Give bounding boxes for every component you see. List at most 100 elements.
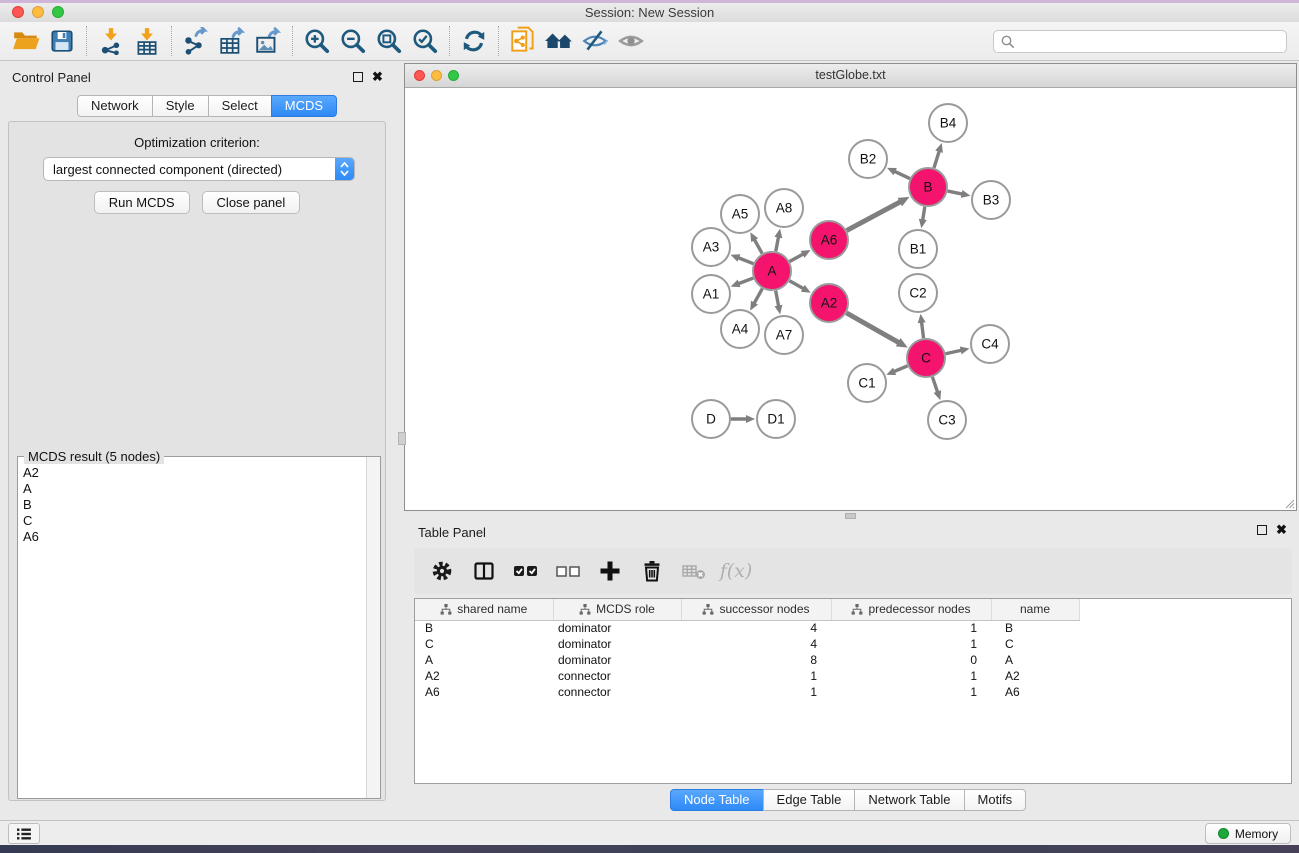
column-header-predecessor-nodes[interactable]: predecessor nodes <box>831 599 991 620</box>
edge-A-A1[interactable] <box>737 278 753 284</box>
tab-node-table[interactable]: Node Table <box>670 789 764 811</box>
tab-mcds[interactable]: MCDS <box>271 95 337 117</box>
edge-B-B3[interactable] <box>948 191 964 194</box>
column-header-MCDS-role[interactable]: MCDS role <box>553 599 681 620</box>
table-cell[interactable]: B <box>415 620 553 636</box>
function-builder-icon[interactable]: f(x) <box>722 557 750 585</box>
divider-handle[interactable] <box>845 513 856 519</box>
control-panel-float-icon[interactable] <box>353 72 363 82</box>
table-cell[interactable]: C <box>991 636 1079 652</box>
criterion-select[interactable]: largest connected component (directed) <box>43 157 355 181</box>
table-cell[interactable]: dominator <box>553 620 681 636</box>
edge-B-B2[interactable] <box>893 171 910 179</box>
zoom-out-icon[interactable] <box>335 25 371 57</box>
column-header-name[interactable]: name <box>991 599 1079 620</box>
table-cell[interactable]: 1 <box>831 684 991 700</box>
edge-A-A7[interactable] <box>776 291 779 308</box>
table-cell[interactable]: 4 <box>681 636 831 652</box>
memory-button[interactable]: Memory <box>1205 823 1291 844</box>
edge-A-A8[interactable] <box>776 236 779 252</box>
table-cell[interactable]: A6 <box>991 684 1079 700</box>
run-mcds-button[interactable]: Run MCDS <box>94 191 190 214</box>
table-cell[interactable]: 8 <box>681 652 831 668</box>
edge-A2-C[interactable] <box>846 313 900 343</box>
delete-column-icon[interactable] <box>638 557 666 585</box>
table-cell[interactable]: 1 <box>831 668 991 684</box>
deselect-all-icon[interactable] <box>554 557 582 585</box>
table-row[interactable]: Bdominator41B <box>415 620 1291 636</box>
mcds-result-list[interactable]: A2ABCA6 <box>18 459 366 798</box>
table-row[interactable]: A6connector11A6 <box>415 684 1291 700</box>
import-network-icon[interactable] <box>93 25 129 57</box>
table-cell[interactable]: dominator <box>553 636 681 652</box>
table-cell[interactable]: C <box>415 636 553 652</box>
zoom-selected-icon[interactable] <box>407 25 443 57</box>
tab-network[interactable]: Network <box>77 95 153 117</box>
table-cell[interactable]: B <box>991 620 1079 636</box>
result-item[interactable]: A6 <box>23 529 366 545</box>
tab-motifs[interactable]: Motifs <box>964 789 1027 811</box>
edge-B-B1[interactable] <box>922 207 924 222</box>
zoom-fit-icon[interactable] <box>371 25 407 57</box>
table-cell[interactable]: A6 <box>415 684 553 700</box>
add-column-icon[interactable] <box>596 557 624 585</box>
home-icon[interactable] <box>541 25 577 57</box>
edge-A-A5[interactable] <box>754 238 763 253</box>
table-panel-float-icon[interactable] <box>1257 525 1267 535</box>
edge-A-A4[interactable] <box>754 289 763 305</box>
edge-C-C3[interactable] <box>932 377 938 394</box>
result-item[interactable]: C <box>23 513 366 529</box>
hide-elements-icon[interactable] <box>577 25 613 57</box>
table-cell[interactable]: 4 <box>681 620 831 636</box>
edge-C-C2[interactable] <box>921 321 923 338</box>
table-cell[interactable]: 0 <box>831 652 991 668</box>
table-cell[interactable]: connector <box>553 668 681 684</box>
result-item[interactable]: B <box>23 497 366 513</box>
edge-C-C1[interactable] <box>893 366 908 372</box>
new-network-icon[interactable] <box>505 25 541 57</box>
table-row[interactable]: Cdominator41C <box>415 636 1291 652</box>
search-input[interactable] <box>1016 34 1286 49</box>
table-cell[interactable]: 1 <box>831 636 991 652</box>
tab-network-table[interactable]: Network Table <box>854 789 964 811</box>
export-image-icon[interactable] <box>250 25 286 57</box>
table-settings-icon[interactable] <box>428 557 456 585</box>
result-item[interactable]: A2 <box>23 465 366 481</box>
result-item[interactable]: A <box>23 481 366 497</box>
tab-style[interactable]: Style <box>152 95 209 117</box>
table-row[interactable]: Adominator80A <box>415 652 1291 668</box>
table-cell[interactable]: A <box>415 652 553 668</box>
table-cell[interactable]: dominator <box>553 652 681 668</box>
table-panel-close-icon[interactable]: ✖ <box>1276 525 1287 535</box>
edge-A-A3[interactable] <box>737 257 753 263</box>
select-all-icon[interactable] <box>512 557 540 585</box>
export-table-icon[interactable] <box>214 25 250 57</box>
table-cell[interactable]: connector <box>553 684 681 700</box>
table-cell[interactable]: 1 <box>681 684 831 700</box>
vertical-scrollbar-thumb[interactable] <box>398 432 406 445</box>
mcds-result-scrollbar[interactable] <box>366 457 380 798</box>
network-graph[interactable]: AA1A2A3A4A5A6A7A8BB1B2B3B4CC1C2C3C4DD1 <box>406 89 1295 510</box>
tab-edge-table[interactable]: Edge Table <box>763 789 856 811</box>
tab-select[interactable]: Select <box>208 95 272 117</box>
control-panel-close-icon[interactable]: ✖ <box>372 72 383 82</box>
column-view-icon[interactable] <box>470 557 498 585</box>
table-row[interactable]: A2connector11A2 <box>415 668 1291 684</box>
refresh-layout-icon[interactable] <box>456 25 492 57</box>
edge-C-C4[interactable] <box>946 350 963 354</box>
edge-A6-B[interactable] <box>847 201 902 230</box>
table-cell[interactable]: A2 <box>415 668 553 684</box>
table-cell[interactable]: 1 <box>681 668 831 684</box>
zoom-in-icon[interactable] <box>299 25 335 57</box>
save-session-icon[interactable] <box>44 25 80 57</box>
column-header-shared-name[interactable]: shared name <box>415 599 553 620</box>
edge-A-A6[interactable] <box>790 253 805 261</box>
table-cell[interactable]: A <box>991 652 1079 668</box>
open-session-icon[interactable] <box>8 25 44 57</box>
export-network-icon[interactable] <box>178 25 214 57</box>
table-cell[interactable]: A2 <box>991 668 1079 684</box>
import-table-icon[interactable] <box>129 25 165 57</box>
edge-A-A2[interactable] <box>789 281 804 290</box>
search-box[interactable] <box>993 30 1287 53</box>
table-cell[interactable]: 1 <box>831 620 991 636</box>
